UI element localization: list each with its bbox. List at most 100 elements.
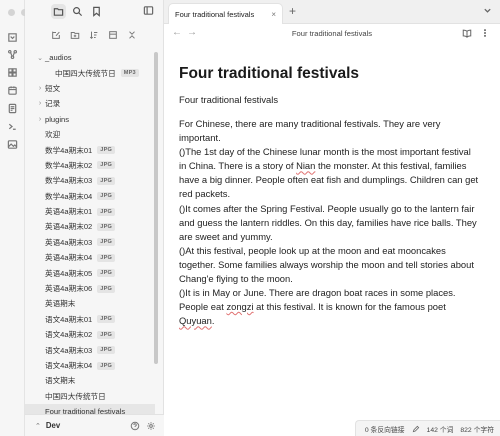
tab-four-traditional-festivals[interactable]: Four traditional festivals ×: [168, 3, 283, 24]
settings-icon[interactable]: [146, 421, 156, 431]
file-item[interactable]: 语文4a期末01 JPG: [25, 312, 155, 327]
tree-item-label: 记录: [45, 99, 61, 109]
new-folder-button[interactable]: [69, 29, 81, 41]
edit-mode-icon[interactable]: [412, 425, 420, 433]
bookmark-icon: [93, 6, 100, 17]
close-window-button[interactable]: [8, 9, 15, 16]
collapse-icon: [129, 31, 135, 39]
file-item[interactable]: 数学4a期末02 JPG: [25, 158, 155, 173]
tree-item-label: 语文4a期末03: [45, 345, 93, 355]
new-note-button[interactable]: [50, 29, 62, 41]
file-explorer-icon[interactable]: [6, 31, 19, 44]
chevron-down-icon: [484, 8, 491, 13]
chevron-right-icon: ›: [38, 84, 42, 92]
file-item[interactable]: 欢迎: [25, 127, 155, 142]
editor-pane: Four traditional festivals × + ← → Four …: [164, 0, 500, 436]
graph-view-icon[interactable]: [6, 48, 19, 61]
tree-item-label: 英语4a期末06: [45, 284, 93, 294]
canvas-icon[interactable]: [6, 66, 19, 79]
chevron-down-icon: ⌄: [37, 54, 43, 62]
tree-item-label: 英语期末: [45, 299, 76, 309]
tree-item-label: 语文4a期末02: [45, 330, 93, 340]
paragraph-lantern-festival: ()It comes after the Spring Festival. Pe…: [179, 202, 477, 242]
sort-button[interactable]: [88, 29, 100, 41]
vault-name: Dev: [45, 421, 61, 430]
tree-item-label: 英语4a期末05: [45, 268, 93, 278]
tree-item-label: 语文4a期末04: [45, 361, 93, 370]
file-explorer-actions: [50, 29, 138, 41]
file-item[interactable]: 英语期末: [25, 296, 155, 311]
files-tab[interactable]: [51, 4, 66, 19]
paragraph-spring-festival: ()The 1st day of the Chinese lunar month…: [179, 146, 479, 200]
tree-item-label: 中国四大传统节日: [45, 391, 106, 401]
calendar-icon[interactable]: [6, 84, 19, 97]
file-extension-badge: MP3: [120, 69, 139, 78]
backlinks-count[interactable]: 0 条反向链接: [365, 424, 405, 434]
folder-icon: [53, 8, 64, 16]
chevron-right-icon: ›: [38, 100, 42, 108]
file-item[interactable]: 英语4a期末02 JPG: [25, 219, 155, 234]
sidebar-toggle-icon: [143, 6, 154, 15]
bookmarks-tab[interactable]: [89, 4, 104, 19]
auto-reveal-icon: [109, 31, 117, 39]
file-item[interactable]: 英语4a期末03 JPG: [25, 235, 155, 250]
file-item[interactable]: 中国四大传统节日: [25, 389, 155, 404]
folder-item[interactable]: ⌄ _audios: [25, 50, 155, 65]
folder-item[interactable]: › plugins: [25, 112, 155, 127]
tree-item-label: 英语4a期末01: [45, 207, 93, 217]
image-icon[interactable]: [6, 138, 19, 151]
tree-item-label: _audios: [45, 53, 72, 63]
help-icon[interactable]: [130, 421, 140, 431]
file-item[interactable]: 英语4a期末05 JPG: [25, 265, 155, 280]
auto-reveal-button[interactable]: [107, 29, 119, 41]
file-item[interactable]: 语文4a期末02 JPG: [25, 327, 155, 342]
tree-item-label: 数学4a期末01: [45, 145, 93, 155]
collapse-all-button[interactable]: [126, 29, 138, 41]
folder-item[interactable]: › 短文: [25, 81, 155, 96]
view-title[interactable]: Four traditional festivals: [164, 29, 500, 38]
sidebar-toggle-button[interactable]: [143, 5, 156, 18]
note-content[interactable]: Four traditional festivals Four traditio…: [179, 64, 479, 328]
file-item[interactable]: 数学4a期末04 JPG: [25, 189, 155, 204]
file-item[interactable]: 英语4a期末06 JPG: [25, 281, 155, 296]
file-item[interactable]: 英语4a期末01 JPG: [25, 204, 155, 219]
file-item[interactable]: 中国四大传统节日 MP3: [25, 65, 155, 80]
command-palette-icon[interactable]: [6, 120, 19, 133]
file-extension-badge: JPG: [97, 238, 116, 247]
file-item[interactable]: 数学4a期末01 JPG: [25, 142, 155, 157]
file-item[interactable]: 语文4a期末03 JPG: [25, 342, 155, 357]
file-item[interactable]: 数学4a期末03 JPG: [25, 173, 155, 188]
file-extension-badge: JPG: [97, 253, 116, 262]
tree-item-label: 英语4a期末03: [45, 237, 93, 247]
tree-item-label: 短文: [45, 83, 61, 93]
tab-list-button[interactable]: [483, 6, 492, 17]
new-tab-button[interactable]: +: [289, 4, 296, 18]
folder-item[interactable]: › 记录: [25, 96, 155, 111]
reading-mode-icon[interactable]: [462, 28, 472, 38]
tree-item-label: 语文期末: [45, 376, 76, 386]
ribbon: [0, 0, 41, 436]
chevron-right-icon: ›: [38, 115, 42, 123]
paragraph-dragon-boat: ()It is in May or June. There are dragon…: [179, 287, 456, 327]
char-count: 822 个字符: [460, 426, 494, 434]
file-extension-badge: JPG: [97, 192, 116, 201]
sidebar-scrollbar[interactable]: [154, 52, 158, 364]
more-options-icon[interactable]: [480, 28, 490, 38]
tree-item-label: plugins: [45, 114, 70, 124]
file-tree: ⌄ _audios 中国四大传统节日 MP3 › 短文 › 记录 › plugins 欢迎 数学4a期…: [25, 50, 155, 420]
close-icon[interactable]: ×: [271, 10, 276, 19]
search-tab[interactable]: [70, 4, 85, 19]
search-icon: [73, 7, 83, 17]
vault-switcher[interactable]: ⌃ Dev: [35, 421, 60, 430]
file-extension-badge: JPG: [97, 346, 116, 355]
file-extension-badge: JPG: [97, 207, 116, 216]
file-extension-badge: JPG: [97, 330, 116, 339]
file-item[interactable]: 英语4a期末04 JPG: [25, 250, 155, 265]
word-count: 142 个词: [426, 426, 454, 434]
file-item[interactable]: 语文4a期末04 JPG: [25, 358, 155, 373]
file-item[interactable]: 语文期末: [25, 373, 155, 388]
chevron-updown-icon: ⌃: [35, 422, 41, 430]
templates-icon[interactable]: [6, 102, 19, 115]
sidebar: ⌄ _audios 中国四大传统节日 MP3 › 短文 › 记录 › plugins 欢迎 数学4a期…: [25, 0, 164, 436]
sort-icon: [89, 31, 98, 40]
